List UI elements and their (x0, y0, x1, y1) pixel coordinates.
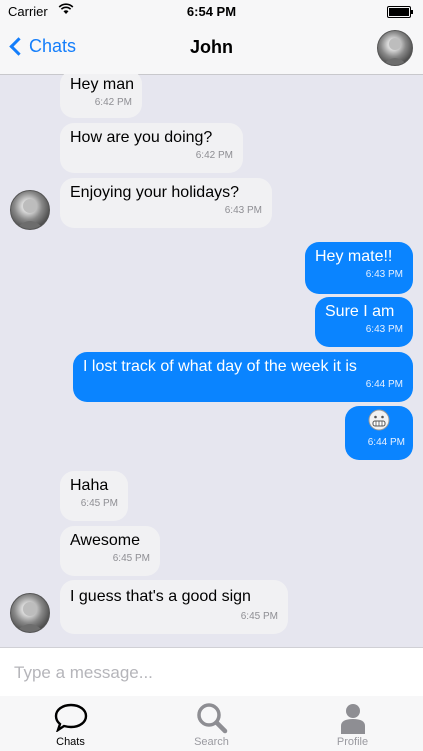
message-bubble-incoming: How are you doing? 6:42 PM (60, 123, 243, 173)
sender-avatar (10, 593, 50, 633)
message-text: Hey mate!! (315, 248, 393, 265)
message-bubble-outgoing: 6:44 PM (345, 406, 413, 460)
message-composer (0, 647, 423, 697)
tab-label: Search (194, 736, 229, 748)
tab-chats[interactable]: Chats (0, 696, 141, 751)
message-bubble-outgoing: Sure I am 6:43 PM (315, 297, 413, 347)
message-time: 6:42 PM (94, 97, 132, 108)
tab-label: Profile (336, 736, 369, 748)
message-list[interactable]: Hey man 6:42 PM How are you doing? 6:42 … (0, 74, 423, 647)
sender-avatar (10, 190, 50, 230)
message-text: Hey man (70, 76, 135, 93)
conversation-title: John (190, 37, 233, 57)
status-bar: Carrier 6:54 PM (0, 0, 423, 22)
message-input[interactable] (12, 652, 416, 694)
person-icon (340, 704, 365, 734)
message-time: 6:44 PM (367, 437, 405, 448)
message-bubble-incoming: Awesome 6:45 PM (60, 526, 160, 576)
message-time: 6:42 PM (195, 150, 233, 161)
message-time: 6:45 PM (80, 498, 118, 509)
search-icon (196, 703, 227, 734)
message-time: 6:45 PM (240, 611, 278, 622)
message-text: I guess that's a good sign (70, 588, 251, 605)
message-text: Haha (70, 477, 109, 494)
message-bubble-incoming: Hey man 6:42 PM (60, 74, 142, 118)
battery-icon (387, 6, 413, 18)
tab-search[interactable]: Search (141, 696, 282, 751)
message-text: How are you doing? (70, 129, 213, 146)
message-text: Sure I am (325, 303, 395, 320)
tab-bar: Chats Search Profile (0, 696, 423, 751)
message-text: Enjoying your holidays? (70, 184, 239, 201)
grimacing-face-icon (353, 409, 405, 436)
message-time: 6:43 PM (365, 269, 403, 280)
status-time: 6:54 PM (186, 4, 237, 19)
message-bubble-outgoing: I lost track of what day of the week it … (73, 352, 413, 402)
message-time: 6:45 PM (112, 553, 150, 564)
chat-bubble-icon (54, 703, 87, 732)
navigation-bar: Chats John (0, 22, 423, 75)
message-time: 6:43 PM (224, 205, 262, 216)
message-bubble-outgoing: Hey mate!! 6:43 PM (305, 242, 413, 294)
message-time: 6:43 PM (365, 324, 403, 335)
message-bubble-incoming: I guess that's a good sign 6:45 PM (60, 580, 288, 634)
message-bubble-incoming: Enjoying your holidays? 6:43 PM (60, 178, 272, 228)
tab-label: Chats (56, 736, 85, 748)
message-text: Awesome (70, 532, 140, 549)
tab-profile[interactable]: Profile (282, 696, 423, 751)
message-text: I lost track of what day of the week it … (83, 358, 357, 375)
message-bubble-incoming: Haha 6:45 PM (60, 471, 128, 521)
contact-avatar[interactable] (377, 30, 413, 66)
message-time: 6:44 PM (365, 379, 403, 390)
